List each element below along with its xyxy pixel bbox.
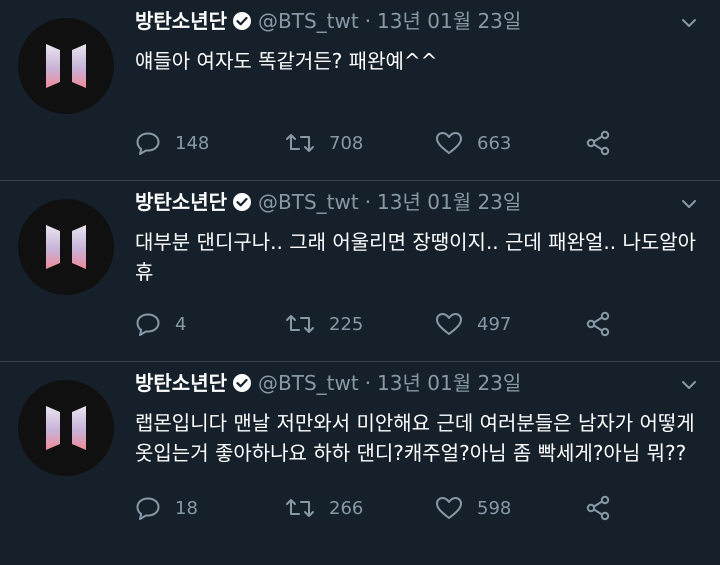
tweet-text: 랩몬입니다 맨날 저만와서 미안해요 근데 여러분들은 남자가 어떻게 옷입는거…	[135, 411, 695, 465]
tweet-actions: 148 708 663	[135, 130, 625, 156]
verified-badge-icon	[232, 373, 252, 393]
tweet-actions: 4 225 497	[135, 311, 625, 337]
tweet-header: 방탄소년단 @BTS_twt · 13년 01월 23일	[135, 370, 521, 396]
heart-icon	[436, 132, 462, 154]
retweet-button[interactable]: 225	[285, 312, 435, 336]
user-handle[interactable]: @BTS_twt	[258, 189, 359, 215]
share-icon	[586, 495, 610, 521]
retweet-icon	[286, 315, 314, 333]
user-handle[interactable]: @BTS_twt	[258, 8, 359, 34]
reply-button[interactable]: 18	[135, 496, 285, 520]
timeline-feed: 방탄소년단 @BTS_twt · 13년 01월 23일 얘들아 여자도 똑같거…	[0, 0, 720, 565]
reply-icon	[136, 313, 160, 336]
like-count: 497	[477, 313, 512, 335]
retweet-count: 708	[329, 132, 364, 154]
tweet-text: 얘들아 여자도 똑같거든? 패완예^^	[135, 49, 438, 73]
share-button[interactable]	[585, 311, 625, 337]
display-name[interactable]: 방탄소년단	[135, 189, 227, 215]
display-name[interactable]: 방탄소년단	[135, 8, 227, 34]
bts-logo-icon	[46, 44, 86, 88]
tweet-header: 방탄소년단 @BTS_twt · 13년 01월 23일	[135, 8, 521, 34]
tweet-actions: 18 266 598	[135, 495, 625, 521]
tweet-date[interactable]: 13년 01월 23일	[377, 189, 521, 215]
reply-count: 4	[175, 313, 187, 335]
retweet-button[interactable]: 266	[285, 496, 435, 520]
like-button[interactable]: 663	[435, 131, 585, 155]
share-button[interactable]	[585, 130, 625, 156]
like-button[interactable]: 497	[435, 312, 585, 336]
heart-icon	[436, 313, 462, 335]
retweet-icon	[286, 134, 314, 152]
verified-badge-icon	[232, 11, 252, 31]
verified-badge-icon	[232, 192, 252, 212]
retweet-icon	[286, 499, 314, 517]
bts-logo-icon	[46, 406, 86, 450]
bts-logo-icon	[46, 225, 86, 269]
retweet-button[interactable]: 708	[285, 131, 435, 155]
tweet-header: 방탄소년단 @BTS_twt · 13년 01월 23일	[135, 189, 521, 215]
tweet-date[interactable]: 13년 01월 23일	[377, 8, 521, 34]
display-name[interactable]: 방탄소년단	[135, 370, 227, 396]
reply-button[interactable]: 4	[135, 312, 285, 336]
avatar[interactable]	[18, 18, 114, 114]
retweet-count: 225	[329, 313, 364, 335]
chevron-down-icon[interactable]	[680, 14, 698, 33]
heart-icon	[436, 497, 462, 519]
tweet[interactable]: 방탄소년단 @BTS_twt · 13년 01월 23일 얘들아 여자도 똑같거…	[0, 0, 720, 181]
like-button[interactable]: 598	[435, 496, 585, 520]
avatar[interactable]	[18, 380, 114, 476]
like-count: 663	[477, 132, 512, 154]
separator-dot: ·	[364, 9, 372, 33]
reply-button[interactable]: 148	[135, 131, 285, 155]
separator-dot: ·	[364, 371, 372, 395]
reply-count: 18	[175, 497, 198, 519]
avatar[interactable]	[18, 199, 114, 295]
reply-icon	[136, 132, 160, 155]
share-icon	[586, 311, 610, 337]
chevron-down-icon[interactable]	[680, 195, 698, 214]
tweet-text: 대부분 댄디구나.. 그래 어울리면 장땡이지.. 근데 패완얼.. 나도알아 …	[135, 230, 697, 284]
tweet-date[interactable]: 13년 01월 23일	[377, 370, 521, 396]
tweet[interactable]: 방탄소년단 @BTS_twt · 13년 01월 23일 랩몬입니다 맨날 저만…	[0, 362, 720, 565]
user-handle[interactable]: @BTS_twt	[258, 370, 359, 396]
tweet[interactable]: 방탄소년단 @BTS_twt · 13년 01월 23일 대부분 댄디구나.. …	[0, 181, 720, 362]
retweet-count: 266	[329, 497, 364, 519]
separator-dot: ·	[364, 190, 372, 214]
share-icon	[586, 130, 610, 156]
share-button[interactable]	[585, 495, 625, 521]
reply-icon	[136, 497, 160, 520]
reply-count: 148	[175, 132, 210, 154]
chevron-down-icon[interactable]	[680, 376, 698, 395]
like-count: 598	[477, 497, 512, 519]
